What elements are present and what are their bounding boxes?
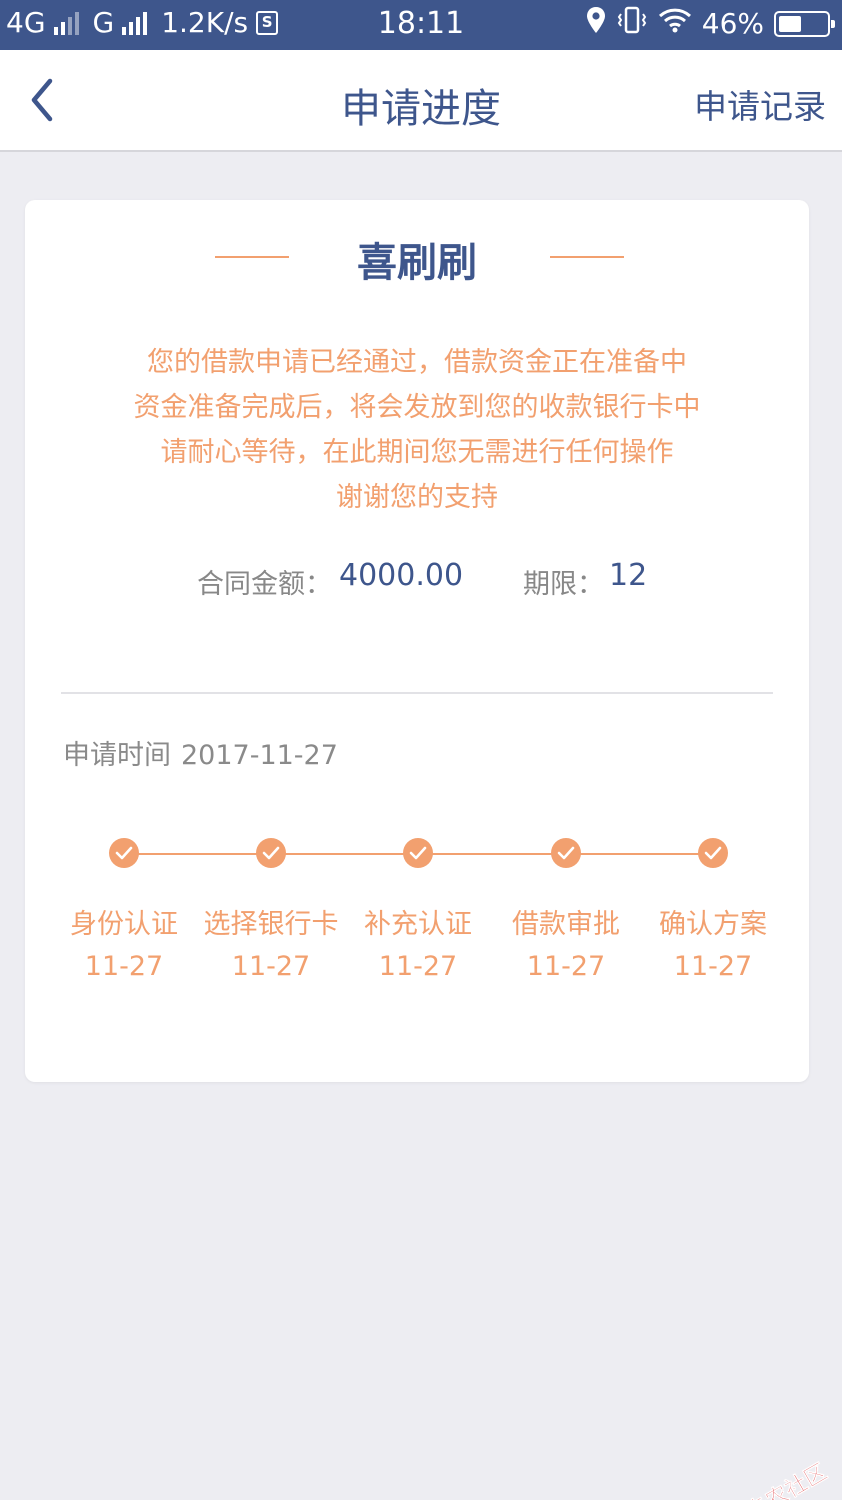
vibrate-icon — [616, 6, 648, 41]
watermark: 卡农社区 — [717, 1454, 832, 1500]
step-identity: 身份认证 11-27 — [49, 836, 199, 982]
watermark-text: 卡农社区 — [742, 1459, 832, 1500]
step-date: 11-27 — [673, 951, 753, 982]
check-icon — [698, 838, 728, 868]
apply-time-value: 2017-11-27 — [181, 740, 338, 771]
nav-bar: 申请进度 申请记录 — [0, 50, 842, 152]
message-line: 请耐心等待，在此期间您无需进行任何操作 — [160, 437, 674, 468]
step-name: 补充认证 — [364, 909, 472, 940]
card-title: 喜刷刷 — [357, 240, 477, 286]
amount-value: 4000.00 — [339, 558, 464, 593]
progress-steps: 身份认证 11-27 选择银行卡 11-27 补充认证 11-27 借款审批 1… — [25, 836, 809, 996]
wifi-icon — [658, 7, 692, 40]
status-bar: 4G G 1.2K/s S 18:11 46% — [0, 0, 842, 50]
message-line: 您的借款申请已经通过，借款资金正在准备中 — [147, 347, 687, 378]
check-icon — [551, 838, 581, 868]
step-date: 11-27 — [84, 951, 164, 982]
step-date: 11-27 — [378, 951, 458, 982]
step-name: 借款审批 — [512, 909, 620, 940]
message-line: 谢谢您的支持 — [336, 482, 498, 513]
step-approval: 借款审批 11-27 — [491, 836, 641, 982]
status-message: 您的借款申请已经通过，借款资金正在准备中 资金准备完成后，将会发放到您的收款银行… — [25, 340, 809, 520]
step-name: 身份认证 — [70, 909, 178, 940]
check-icon — [109, 838, 139, 868]
application-records-link[interactable]: 申请记录 — [694, 80, 826, 128]
battery-percent: 46% — [701, 7, 764, 40]
step-supplementary: 补充认证 11-27 — [343, 836, 493, 982]
check-icon — [403, 838, 433, 868]
apply-time: 申请时间 2017-11-27 — [63, 733, 338, 772]
term-value: 12 — [609, 558, 648, 593]
step-name: 选择银行卡 — [203, 909, 339, 940]
progress-card: 喜刷刷 您的借款申请已经通过，借款资金正在准备中 资金准备完成后，将会发放到您的… — [25, 200, 809, 1082]
title-divider-right — [550, 256, 624, 258]
term-label: 期限： — [523, 569, 604, 600]
step-date: 11-27 — [231, 951, 311, 982]
message-line: 资金准备完成后，将会发放到您的收款银行卡中 — [133, 392, 701, 423]
divider — [61, 692, 773, 694]
location-icon — [586, 6, 606, 41]
battery-icon — [774, 10, 835, 37]
contract-summary: 合同金额： 4000.00 期限： 12 — [25, 558, 809, 600]
status-right: 46% — [586, 6, 835, 41]
card-header: 喜刷刷 — [25, 226, 809, 286]
step-name: 确认方案 — [659, 909, 767, 940]
check-icon — [256, 838, 286, 868]
apply-time-label: 申请时间 — [63, 740, 171, 771]
step-confirm: 确认方案 11-27 — [638, 836, 788, 982]
step-bank-card: 选择银行卡 11-27 — [196, 836, 346, 982]
amount-label: 合同金额： — [197, 569, 332, 600]
step-date: 11-27 — [526, 951, 606, 982]
